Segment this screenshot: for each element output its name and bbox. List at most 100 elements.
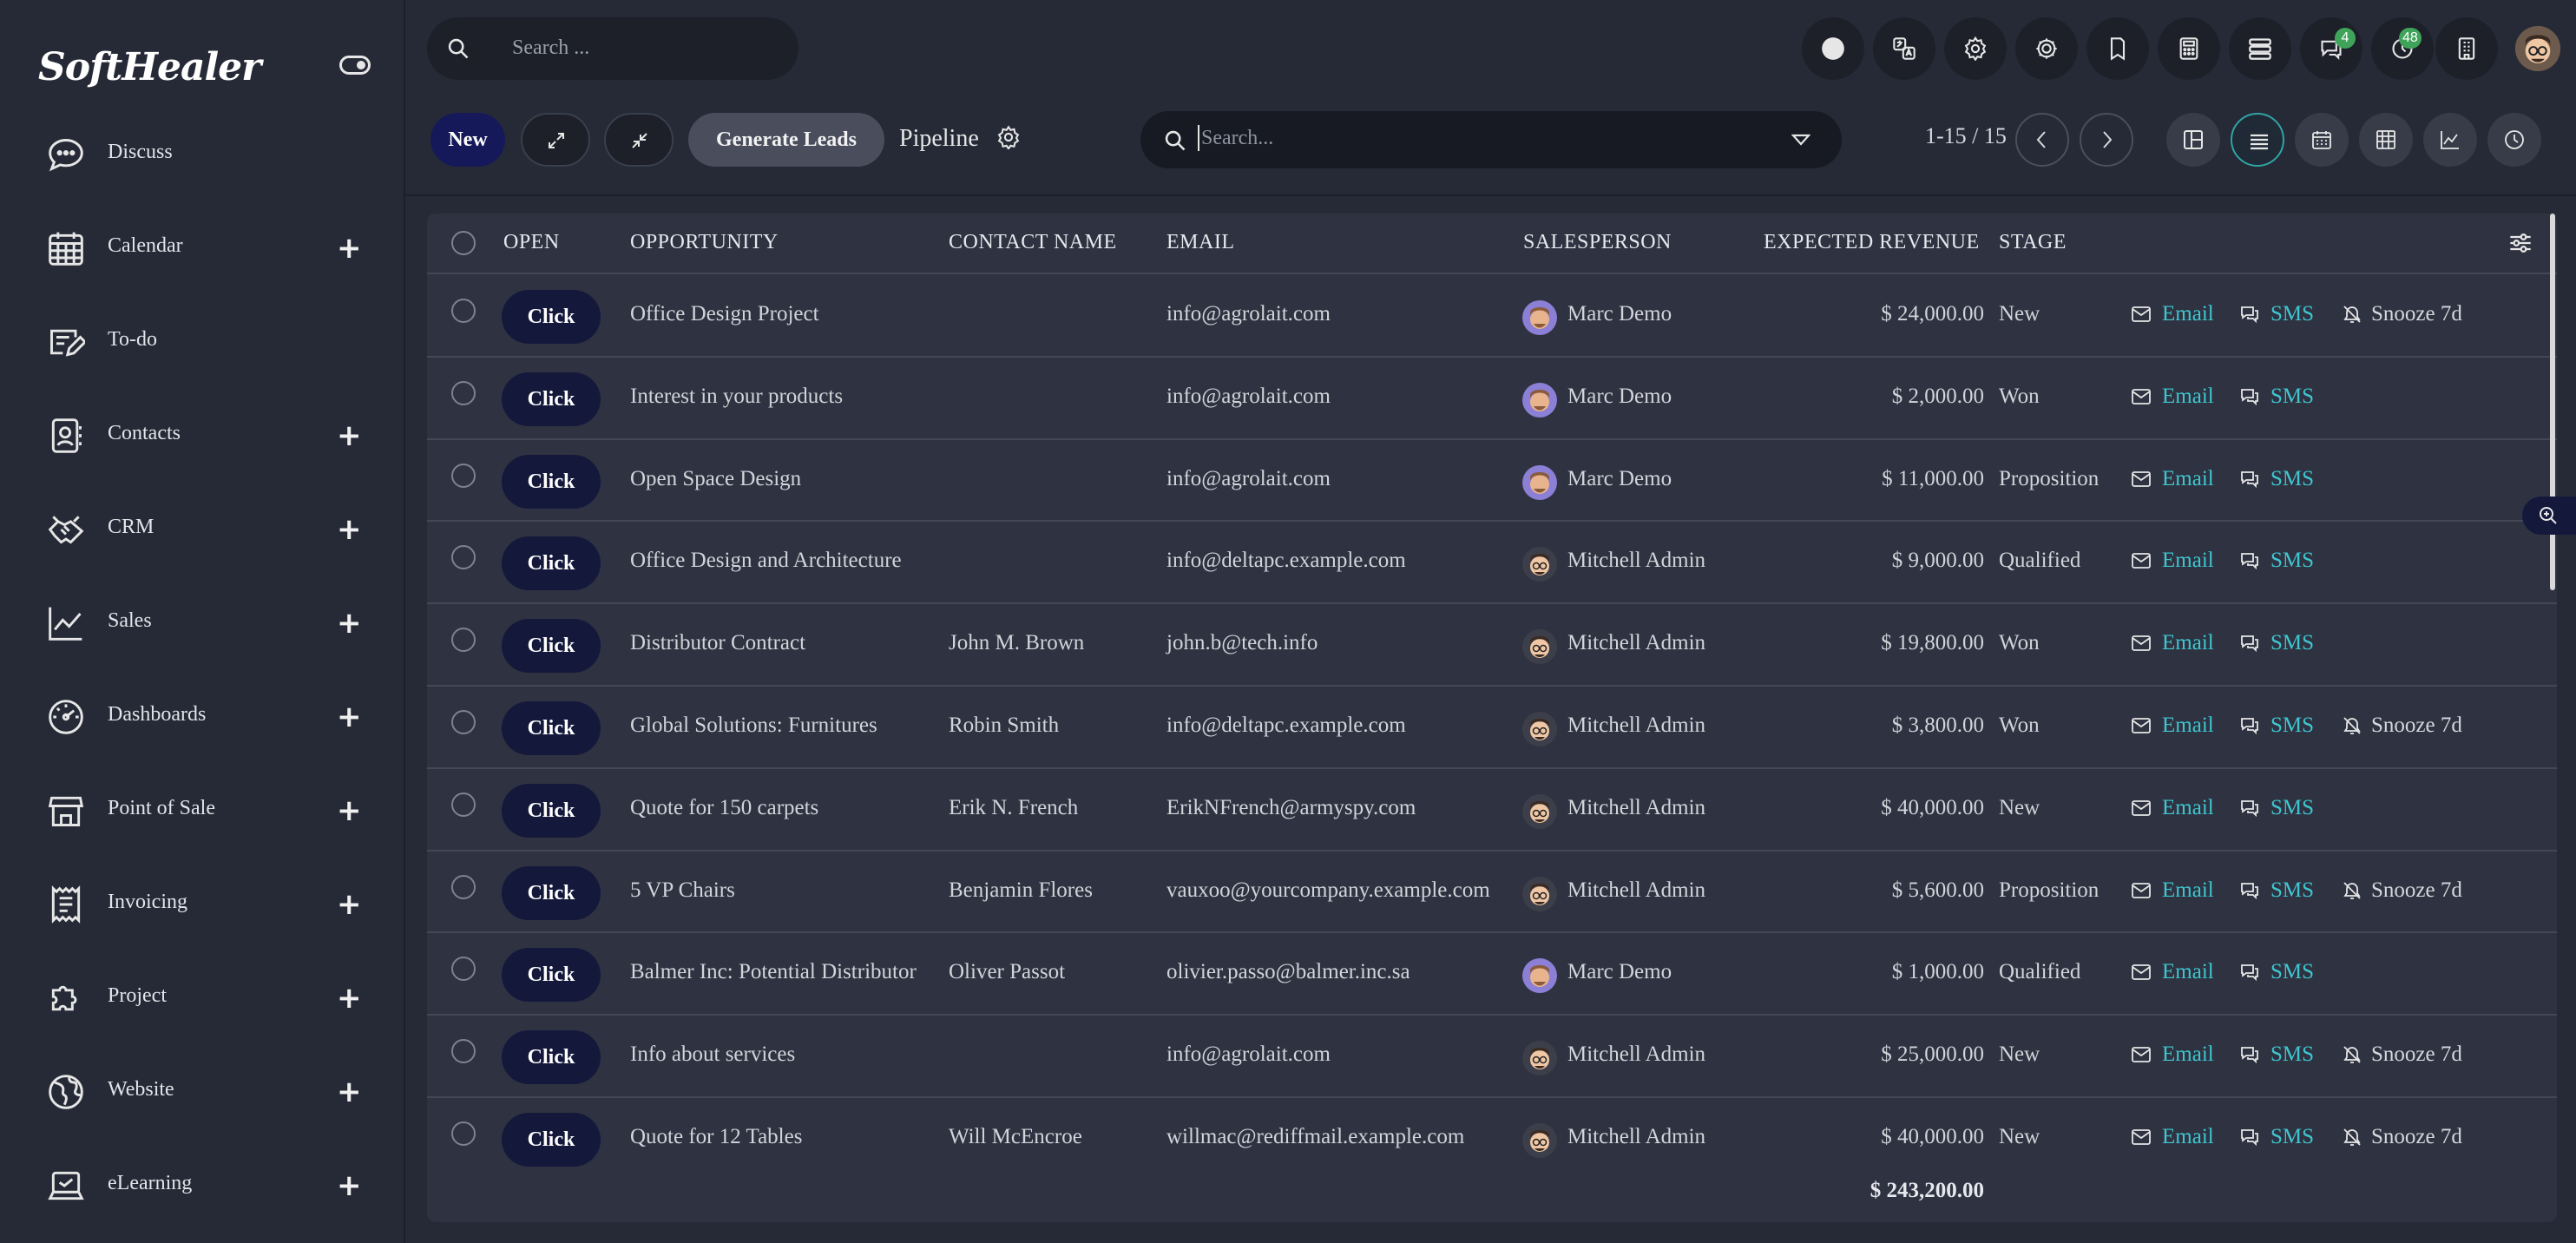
zoom-button[interactable] <box>2522 497 2576 535</box>
optional-columns-icon[interactable] <box>2508 231 2533 255</box>
sidebar-item-crm[interactable]: CRM + <box>0 495 404 564</box>
bookmark-button[interactable] <box>2086 17 2149 80</box>
generate-leads-button[interactable]: Generate Leads <box>688 113 884 167</box>
sms-action-link[interactable]: SMS <box>2270 878 2314 903</box>
email-action-link[interactable]: Email <box>2162 796 2214 820</box>
row-checkbox[interactable] <box>451 792 476 817</box>
sms-action-link[interactable]: SMS <box>2270 1042 2314 1067</box>
sms-action-link[interactable]: SMS <box>2270 385 2314 409</box>
pager-next-button[interactable] <box>2080 113 2133 167</box>
plus-icon[interactable]: + <box>337 1075 362 1109</box>
row-checkbox[interactable] <box>451 874 476 899</box>
sidebar-item-discuss[interactable]: Discuss <box>0 120 404 189</box>
email-action-link[interactable]: Email <box>2162 878 2214 903</box>
company-button[interactable] <box>2435 17 2498 80</box>
collapse-button[interactable] <box>604 113 674 167</box>
email-action-link[interactable]: Email <box>2162 631 2214 655</box>
email-action-link[interactable]: Email <box>2162 385 2214 409</box>
table-row[interactable]: Click Distributor Contract John M. Brown jo… <box>427 603 2557 685</box>
header-email[interactable]: EMAIL <box>1166 231 1234 254</box>
sidebar-item-point-of-sale[interactable]: Point of Sale + <box>0 776 404 845</box>
sidebar-item-website[interactable]: Website + <box>0 1057 404 1127</box>
view-graph-button[interactable] <box>2423 113 2477 167</box>
open-record-button[interactable]: Click <box>502 1030 601 1085</box>
plus-icon[interactable]: + <box>337 1168 362 1203</box>
snooze-action-link[interactable]: Snooze 7d <box>2371 1042 2462 1067</box>
table-row[interactable]: Click Quote for 150 carpets Erik N. French… <box>427 768 2557 850</box>
table-row[interactable]: Click Quote for 12 Tables Will McEncroe wil… <box>427 1097 2557 1179</box>
plus-icon[interactable]: + <box>337 793 362 828</box>
row-checkbox[interactable] <box>451 1121 476 1146</box>
snooze-action-link[interactable]: Snooze 7d <box>2371 878 2462 903</box>
table-row[interactable]: Click 5 VP Chairs Benjamin Flores vauxoo@yo… <box>427 851 2557 932</box>
row-checkbox[interactable] <box>451 957 476 982</box>
row-checkbox[interactable] <box>451 299 476 323</box>
row-checkbox[interactable] <box>451 463 476 488</box>
row-checkbox[interactable] <box>451 1039 476 1064</box>
sms-action-link[interactable]: SMS <box>2270 960 2314 984</box>
view-calendar-button[interactable] <box>2295 113 2349 167</box>
row-checkbox[interactable] <box>451 628 476 653</box>
sms-action-link[interactable]: SMS <box>2270 796 2314 820</box>
plus-icon[interactable]: + <box>337 700 362 734</box>
plus-icon[interactable]: + <box>337 231 362 266</box>
sms-action-link[interactable]: SMS <box>2270 549 2314 573</box>
table-row[interactable]: Click Office Design Project info@agrolait.… <box>427 274 2557 356</box>
new-button[interactable]: New <box>430 113 505 167</box>
pager-value[interactable]: 1-15 / 15 <box>1925 123 2007 149</box>
header-opportunity[interactable]: OPPORTUNITY <box>630 231 779 254</box>
sidebar-item-sales[interactable]: Sales + <box>0 589 404 658</box>
view-pivot-button[interactable] <box>2359 113 2413 167</box>
app-logo[interactable]: SoftHealer <box>38 45 261 89</box>
row-checkbox[interactable] <box>451 380 476 405</box>
snooze-action-link[interactable]: Snooze 7d <box>2371 1125 2462 1149</box>
sidebar-item-elearning[interactable]: eLearning + <box>0 1151 404 1220</box>
expand-button[interactable] <box>521 113 590 167</box>
settings-button[interactable] <box>1944 17 2007 80</box>
email-action-link[interactable]: Email <box>2162 467 2214 491</box>
view-activity-button[interactable] <box>2487 113 2541 167</box>
sms-action-link[interactable]: SMS <box>2270 1125 2314 1149</box>
header-stage[interactable]: STAGE <box>1999 231 2067 254</box>
table-row[interactable]: Click Office Design and Architecture info@… <box>427 521 2557 602</box>
snooze-action-link[interactable]: Snooze 7d <box>2371 302 2462 326</box>
open-record-button[interactable]: Click <box>502 619 601 674</box>
pipeline-gear-icon[interactable] <box>996 125 1021 149</box>
theme-toggle[interactable] <box>339 56 371 75</box>
sms-action-link[interactable]: SMS <box>2270 631 2314 655</box>
search-options-toggle-icon[interactable] <box>1791 132 1810 148</box>
sidebar-item-project[interactable]: Project + <box>0 963 404 1033</box>
email-action-link[interactable]: Email <box>2162 714 2214 738</box>
header-open[interactable]: OPEN <box>503 231 560 254</box>
pager-previous-button[interactable] <box>2015 113 2069 167</box>
plus-icon[interactable]: + <box>337 418 362 453</box>
plus-icon[interactable]: + <box>337 512 362 547</box>
activity-button[interactable]: 48 <box>2371 17 2434 80</box>
row-checkbox[interactable] <box>451 545 476 570</box>
header-contact-name[interactable]: CONTACT NAME <box>949 231 1117 254</box>
select-all-checkbox[interactable] <box>451 231 476 255</box>
plus-icon[interactable]: + <box>337 887 362 922</box>
sidebar-item-calendar[interactable]: Calendar + <box>0 214 404 283</box>
open-record-button[interactable]: Click <box>502 865 601 920</box>
sidebar-item-contacts[interactable]: Contacts + <box>0 401 404 470</box>
header-salesperson[interactable]: SALESPERSON <box>1523 231 1672 254</box>
row-checkbox[interactable] <box>451 710 476 734</box>
sidebar-item-to-do[interactable]: To-do <box>0 307 404 377</box>
record-button[interactable] <box>1802 17 1864 80</box>
open-record-button[interactable]: Click <box>502 290 601 344</box>
global-search-input[interactable]: Search ... <box>427 17 798 80</box>
header-expected-revenue[interactable]: EXPECTED REVENUE <box>1764 231 1980 254</box>
open-record-button[interactable]: Click <box>502 1113 601 1167</box>
user-avatar[interactable] <box>2515 26 2560 71</box>
table-row[interactable]: Click Interest in your products info@agrol… <box>427 357 2557 438</box>
open-record-button[interactable]: Click <box>502 701 601 755</box>
open-record-button[interactable]: Click <box>502 372 601 426</box>
sms-action-link[interactable]: SMS <box>2270 714 2314 738</box>
open-record-button[interactable]: Click <box>502 536 601 591</box>
messages-button[interactable]: 4 <box>2300 17 2362 80</box>
view-list-button[interactable] <box>2231 113 2284 167</box>
translate-button[interactable] <box>1873 17 1935 80</box>
table-row[interactable]: Click Global Solutions: Furnitures Robin S… <box>427 686 2557 767</box>
plus-icon[interactable]: + <box>337 606 362 641</box>
